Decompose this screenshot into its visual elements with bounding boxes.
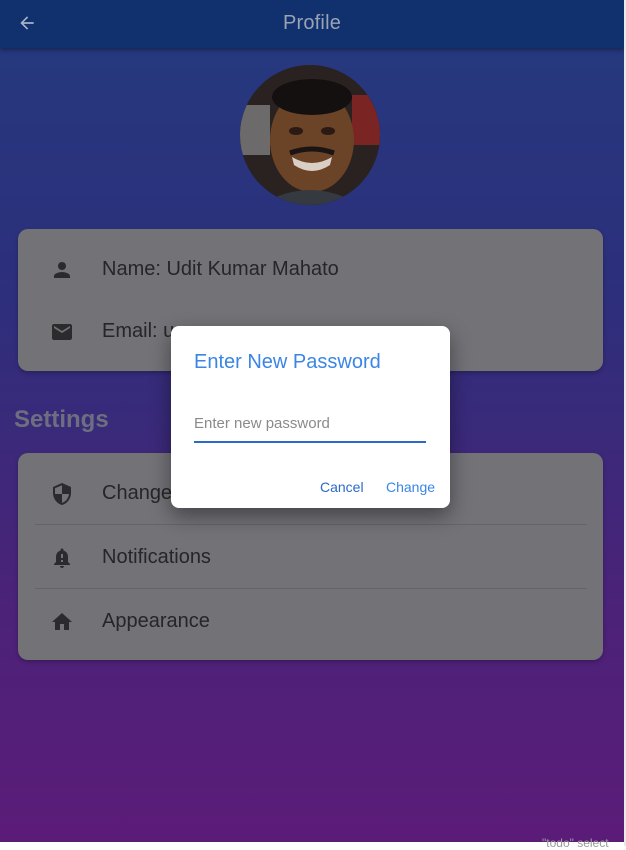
name-row: Name: Udit Kumar Mahato: [18, 238, 603, 302]
change-button[interactable]: Change: [380, 475, 441, 499]
app-bar: Profile: [0, 0, 624, 48]
debug-banner-text: "todo" select: [542, 836, 609, 850]
settings-item-notifications[interactable]: Notifications: [18, 526, 603, 590]
divider: [35, 588, 587, 589]
new-password-input[interactable]: [194, 405, 426, 443]
shield-icon: [53, 483, 71, 505]
change-password-dialog: Enter New Password Cancel Change: [171, 326, 450, 508]
person-icon: [54, 262, 70, 278]
settings-item-label: Notifications: [102, 546, 211, 568]
profile-photo: [240, 65, 380, 205]
name-text: Name: Udit Kumar Mahato: [102, 258, 339, 280]
settings-item-label: Appearance: [102, 610, 210, 632]
home-icon: [52, 613, 72, 630]
avatar: [240, 65, 380, 205]
email-text: Email: u: [102, 320, 175, 342]
divider: [35, 524, 587, 525]
page-title: Profile: [282, 12, 342, 34]
cancel-button[interactable]: Cancel: [314, 475, 370, 499]
settings-item-appearance[interactable]: Appearance: [18, 590, 603, 654]
settings-item-label: Change: [102, 482, 173, 504]
email-icon: [52, 324, 72, 340]
settings-heading: Settings: [14, 406, 109, 433]
dialog-title: Enter New Password: [194, 351, 381, 373]
notification-bell-icon: [54, 548, 70, 568]
profile-screen: Profile Name: Udit Kumar Mahato Email: u…: [0, 0, 624, 842]
